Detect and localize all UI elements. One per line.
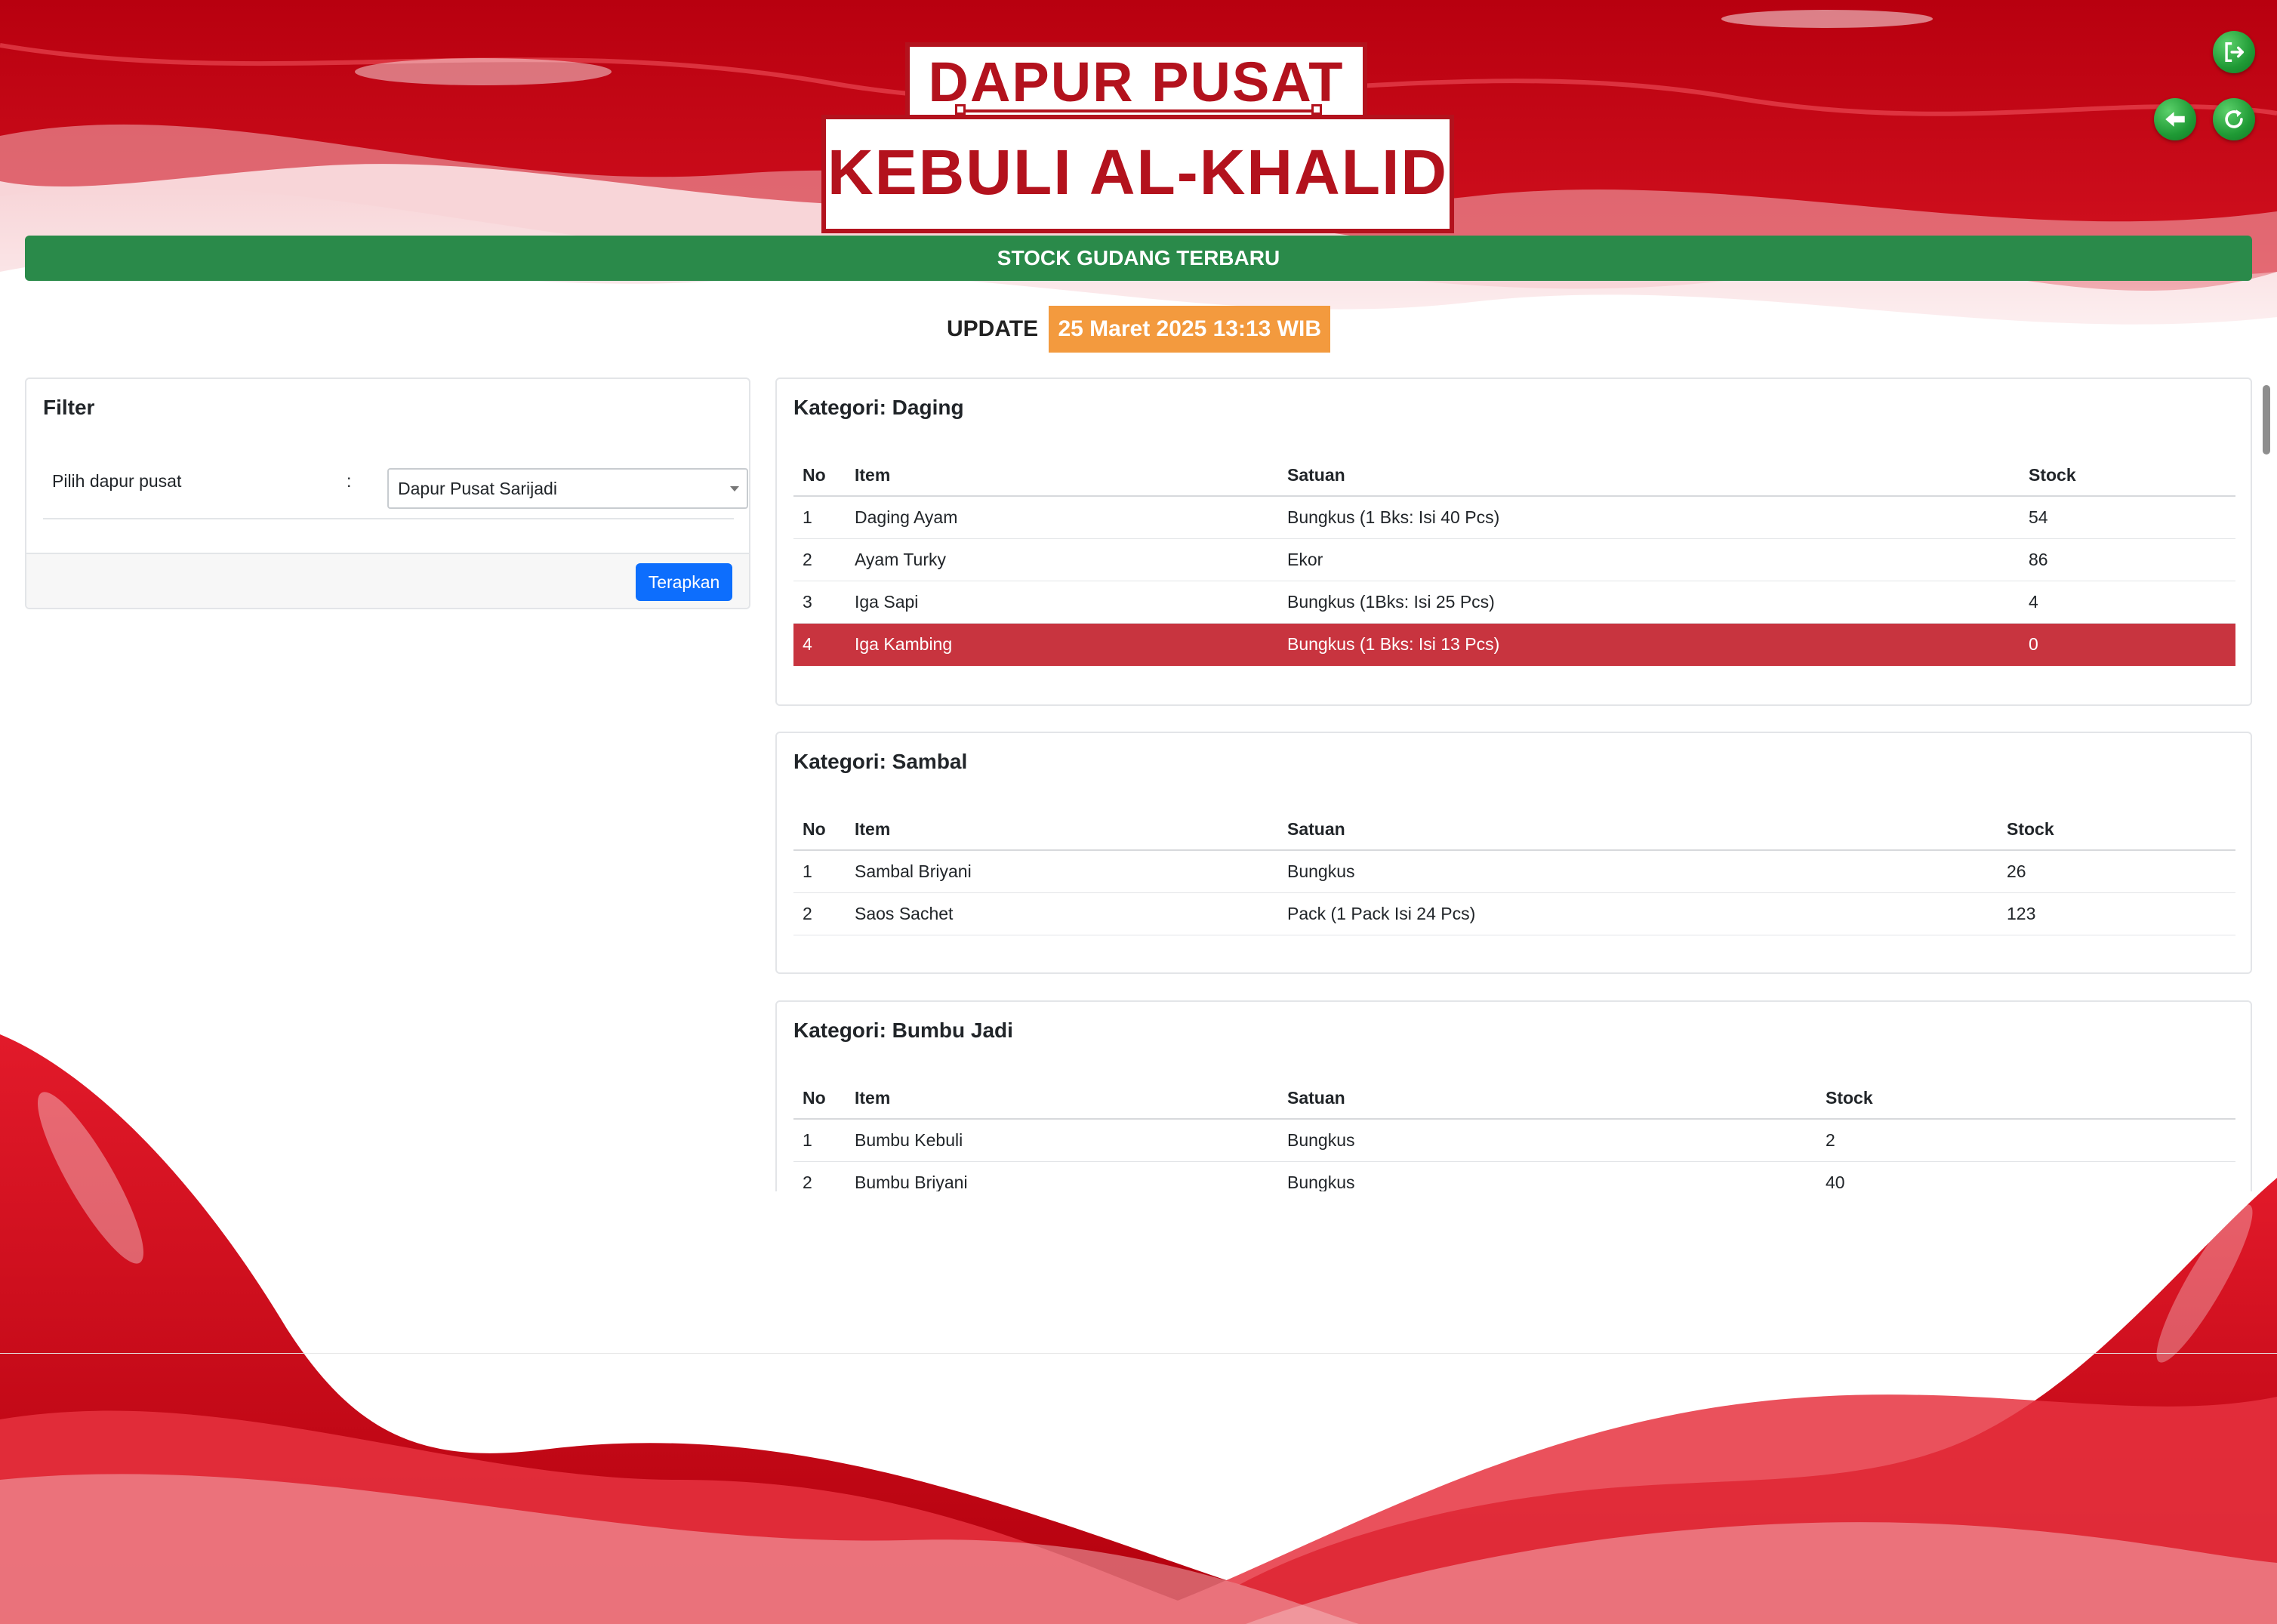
category-title: Kategori: Sambal <box>793 750 968 773</box>
filter-footer: Terapkan <box>26 553 749 608</box>
cell-no: 2 <box>793 1161 846 1191</box>
col-stock: Stock <box>1998 809 2235 851</box>
cell-item: Bumbu Kebuli <box>846 1119 1278 1162</box>
table-row: 1 Bumbu Kebuli Bungkus 2 <box>793 1119 2235 1162</box>
cell-item: Iga Sapi <box>846 581 1278 624</box>
cell-satuan: Bungkus (1Bks: Isi 25 Pcs) <box>1278 581 2020 624</box>
category-card-sambal: Kategori: Sambal No Item Satuan Stock 1 … <box>775 732 2252 974</box>
logo-line2: KEBULI AL-KHALID <box>827 137 1449 208</box>
stock-table: No Item Satuan Stock 1 Daging Ayam Bungk… <box>793 455 2235 666</box>
scrollbar-thumb[interactable] <box>2263 385 2270 455</box>
update-datetime: 25 Maret 2025 13:13 WIB <box>1049 306 1330 353</box>
refresh-button[interactable] <box>2213 98 2255 140</box>
cell-stock: 86 <box>2020 538 2235 581</box>
table-header-row: No Item Satuan Stock <box>793 1077 2235 1120</box>
table-row-out-of-stock: 4 Iga Kambing Bungkus (1 Bks: Isi 13 Pcs… <box>793 623 2235 666</box>
cell-stock: 2 <box>1816 1119 2235 1162</box>
kitchen-select-label: Pilih dapur pusat <box>52 471 182 491</box>
cell-satuan: Bungkus <box>1278 1119 1816 1162</box>
cell-stock: 40 <box>1816 1161 2235 1191</box>
logout-button[interactable] <box>2213 31 2255 73</box>
table-row: 1 Daging Ayam Bungkus (1 Bks: Isi 40 Pcs… <box>793 496 2235 539</box>
cell-stock: 0 <box>2020 623 2235 666</box>
cell-item: Daging Ayam <box>846 496 1278 539</box>
apply-button[interactable]: Terapkan <box>636 563 732 601</box>
back-arrow-icon <box>2165 112 2185 127</box>
col-item: Item <box>846 455 1278 497</box>
table-row: 2 Bumbu Briyani Bungkus 40 <box>793 1161 2235 1191</box>
category-card-daging: Kategori: Daging No Item Satuan Stock 1 … <box>775 377 2252 706</box>
cell-item: Ayam Turky <box>846 538 1278 581</box>
filter-title: Filter <box>43 396 95 419</box>
chevron-down-icon <box>730 486 739 492</box>
refresh-icon <box>2225 109 2243 128</box>
page: DAPUR PUSAT KEBULI AL-KHALID STOCK GUDAN… <box>0 0 2277 1624</box>
logo-line1: DAPUR PUSAT <box>928 51 1345 113</box>
table-header-row: No Item Satuan Stock <box>793 455 2235 497</box>
cell-satuan: Bungkus (1 Bks: Isi 13 Pcs) <box>1278 623 2020 666</box>
filter-row: Pilih dapur pusat : Dapur Pusat Sarijadi <box>43 455 748 519</box>
cell-no: 1 <box>793 1119 846 1162</box>
label-colon: : <box>347 471 352 491</box>
category-title: Kategori: Daging <box>793 396 964 419</box>
col-satuan: Satuan <box>1278 809 1998 851</box>
cell-satuan: Ekor <box>1278 538 2020 581</box>
logo-bottom-box: KEBULI AL-KHALID <box>821 115 1454 233</box>
cell-no: 1 <box>793 850 846 893</box>
col-no: No <box>793 809 846 851</box>
table-header-row: No Item Satuan Stock <box>793 809 2235 851</box>
cell-satuan: Pack (1 Pack Isi 24 Pcs) <box>1278 892 1998 935</box>
page-title-banner: STOCK GUDANG TERBARU <box>25 236 2252 281</box>
cell-stock: 26 <box>1998 850 2235 893</box>
col-no: No <box>793 455 846 497</box>
cell-no: 4 <box>793 623 846 666</box>
cell-satuan: Bungkus <box>1278 1161 1816 1191</box>
footer-divider <box>0 1353 2277 1354</box>
cell-item: Bumbu Briyani <box>846 1161 1278 1191</box>
logout-icon <box>2225 42 2245 63</box>
col-item: Item <box>846 1077 1278 1120</box>
cell-stock: 54 <box>2020 496 2235 539</box>
cell-no: 2 <box>793 538 846 581</box>
filter-card: Filter Pilih dapur pusat : Dapur Pusat S… <box>25 377 750 609</box>
table-row: 2 Saos Sachet Pack (1 Pack Isi 24 Pcs) 1… <box>793 892 2235 935</box>
kitchen-select[interactable]: Dapur Pusat Sarijadi <box>387 468 748 509</box>
category-card-bumbu-jadi: Kategori: Bumbu Jadi No Item Satuan Stoc… <box>775 1000 2252 1191</box>
stock-table: No Item Satuan Stock 1 Sambal Briyani Bu… <box>793 809 2235 935</box>
col-stock: Stock <box>2020 455 2235 497</box>
table-row: 3 Iga Sapi Bungkus (1Bks: Isi 25 Pcs) 4 <box>793 581 2235 624</box>
cell-no: 1 <box>793 496 846 539</box>
scrollbar[interactable] <box>2261 382 2272 1123</box>
cell-item: Iga Kambing <box>846 623 1278 666</box>
cell-satuan: Bungkus (1 Bks: Isi 40 Pcs) <box>1278 496 2020 539</box>
cell-stock: 4 <box>2020 581 2235 624</box>
stock-list-scroll-area[interactable]: Kategori: Daging No Item Satuan Stock 1 … <box>775 377 2277 1191</box>
logo-divider <box>955 104 1322 115</box>
col-satuan: Satuan <box>1278 1077 1816 1120</box>
col-item: Item <box>846 809 1278 851</box>
cell-item: Sambal Briyani <box>846 850 1278 893</box>
table-row: 1 Sambal Briyani Bungkus 26 <box>793 850 2235 893</box>
cell-stock: 123 <box>1998 892 2235 935</box>
col-stock: Stock <box>1816 1077 2235 1120</box>
col-satuan: Satuan <box>1278 455 2020 497</box>
cell-no: 2 <box>793 892 846 935</box>
back-button[interactable] <box>2154 98 2196 140</box>
table-row: 2 Ayam Turky Ekor 86 <box>793 538 2235 581</box>
cell-satuan: Bungkus <box>1278 850 1998 893</box>
cell-no: 3 <box>793 581 846 624</box>
kitchen-select-value: Dapur Pusat Sarijadi <box>398 479 557 498</box>
stock-table: No Item Satuan Stock 1 Bumbu Kebuli Bung… <box>793 1077 2235 1191</box>
col-no: No <box>793 1077 846 1120</box>
category-title: Kategori: Bumbu Jadi <box>793 1018 1013 1042</box>
update-info: UPDATE 25 Maret 2025 13:13 WIB <box>0 306 2277 353</box>
update-label: UPDATE <box>947 316 1039 341</box>
cell-item: Saos Sachet <box>846 892 1278 935</box>
